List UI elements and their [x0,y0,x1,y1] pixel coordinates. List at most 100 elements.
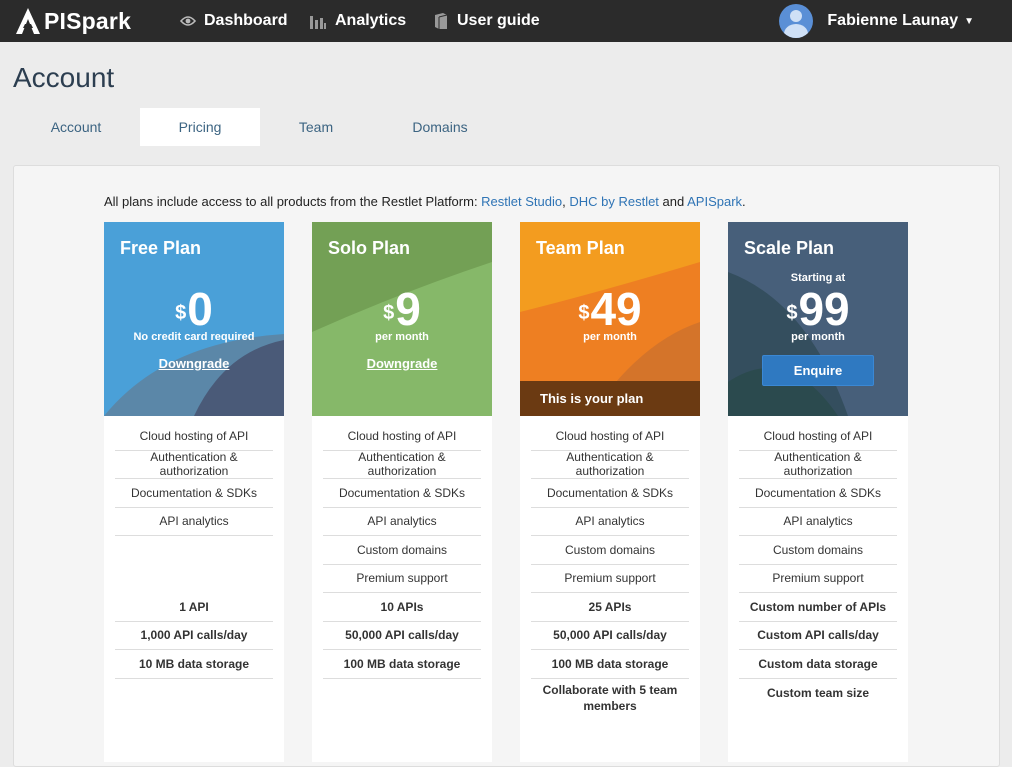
feature-item: Custom API calls/day [739,622,897,650]
feature-item: Premium support [531,565,689,593]
feature-item: 1,000 API calls/day [115,622,273,650]
feature-item: 50,000 API calls/day [323,622,481,650]
intro-end: . [742,194,746,209]
feature-item-empty [115,565,273,594]
feature-item: Premium support [323,565,481,593]
price-amount: 9 [395,283,421,335]
currency: $ [578,302,590,324]
feature-item: Cloud hosting of API [739,422,897,451]
feature-item: Authentication & authorization [739,450,897,479]
currency: $ [175,302,187,324]
link-restlet-studio[interactable]: Restlet Studio [481,194,562,209]
logo-text: PISpark [44,7,132,34]
plan-header: Team Plan $49 per month This is your pla… [520,222,700,416]
nav-user-guide[interactable]: User guide [433,0,540,42]
avatar [779,4,814,38]
plan-card-team: Team Plan $49 per month This is your pla… [520,222,700,762]
feature-item: Custom domains [739,536,897,565]
price-amount: 99 [798,283,850,335]
plan-header: Scale Plan Starting at $99 per month Enq… [728,222,908,416]
nav-analytics-label: Analytics [335,12,407,29]
nav-user-guide-label: User guide [457,12,540,29]
plan-header: Free Plan $0 No credit card required Dow… [104,222,284,416]
feature-item: Custom domains [323,536,481,565]
plan-price: $49 [520,284,700,334]
top-navbar: PISpark Dashboard Analytics User guide F… [0,0,1012,42]
user-name: Fabienne Launay [827,12,959,29]
feature-item-empty [115,536,273,565]
feature-item: Documentation & SDKs [115,479,273,508]
plan-card-scale: Scale Plan Starting at $99 per month Enq… [728,222,908,762]
caret-down-icon: ▼ [964,15,974,27]
feature-item: API analytics [323,508,481,536]
tab-pricing[interactable]: Pricing [140,108,260,146]
feature-item: Authentication & authorization [323,450,481,479]
bar-chart-icon [309,13,327,29]
page-title: Account [13,62,115,93]
downgrade-link[interactable]: Downgrade [312,356,492,371]
feature-item: Authentication & authorization [531,450,689,479]
tab-account[interactable]: Account [16,108,136,146]
plan-subtitle: per month [583,331,637,343]
price-amount: 49 [590,283,642,335]
intro-sep: and [658,194,688,209]
feature-item: 10 APIs [323,593,481,622]
user-menu[interactable]: Fabienne Launay ▼ [779,0,974,42]
feature-item: Authentication & authorization [115,450,273,479]
plan-name: Solo Plan [328,238,411,258]
plan-subtitle: per month [791,331,845,343]
feature-item: Documentation & SDKs [739,479,897,508]
plan-subtitle: per month [375,331,429,343]
apispark-logo[interactable]: PISpark [14,4,131,38]
feature-item: Cloud hosting of API [531,422,689,451]
plan-name: Free Plan [120,238,202,258]
feature-item: API analytics [115,508,273,536]
plan-name: Scale Plan [744,238,835,258]
feature-item: 25 APIs [531,593,689,622]
feature-item: API analytics [739,508,897,536]
current-plan-badge: This is your plan [520,381,700,416]
feature-item: Custom data storage [739,650,897,679]
plan-name: Team Plan [536,238,625,258]
feature-item: API analytics [531,508,689,536]
intro-text: All plans include access to all products… [104,194,482,209]
plan-price: $9 [312,284,492,334]
enquire-button[interactable]: Enquire [762,355,874,386]
feature-item: Documentation & SDKs [531,479,689,508]
feature-item: Cloud hosting of API [323,422,481,451]
feature-item: 50,000 API calls/day [531,622,689,650]
feature-item: 10 MB data storage [115,650,273,679]
nav-dashboard-label: Dashboard [204,12,288,29]
eye-icon [180,15,196,27]
feature-item: Cloud hosting of API [115,422,273,451]
feature-item: Custom team size [766,685,870,700]
feature-list: Cloud hosting of API Authentication & au… [728,416,908,707]
tab-team[interactable]: Team [256,108,376,146]
price-amount: 0 [187,283,213,335]
plans-intro: All plans include access to all products… [104,194,746,209]
feature-list: Cloud hosting of API Authentication & au… [312,416,492,679]
book-icon [433,12,449,30]
plan-subtitle: No credit card required [133,331,255,343]
link-apispark[interactable]: APISpark [687,194,742,209]
feature-item: Collaborate with 5 team members [542,682,678,713]
plan-card-solo: Solo Plan $9 per month Downgrade Cloud h… [312,222,492,762]
nav-analytics[interactable]: Analytics [309,0,406,42]
tab-domains[interactable]: Domains [380,108,500,146]
feature-item: Premium support [739,565,897,593]
plan-price: $0 [104,284,284,334]
downgrade-link[interactable]: Downgrade [104,356,284,371]
feature-item: 100 MB data storage [531,650,689,679]
feature-item: Custom number of APIs [739,593,897,622]
currency: $ [786,302,798,324]
account-tabs: Account Pricing Team Domains [0,108,1012,146]
currency: $ [383,302,395,324]
feature-item: Documentation & SDKs [323,479,481,508]
feature-list: Cloud hosting of API Authentication & au… [520,416,700,717]
plan-header: Solo Plan $9 per month Downgrade [312,222,492,416]
link-dhc[interactable]: DHC by Restlet [569,194,659,209]
nav-dashboard[interactable]: Dashboard [180,0,288,42]
feature-item: 1 API [115,593,273,622]
feature-item: Custom domains [531,536,689,565]
feature-item: 100 MB data storage [323,650,481,679]
